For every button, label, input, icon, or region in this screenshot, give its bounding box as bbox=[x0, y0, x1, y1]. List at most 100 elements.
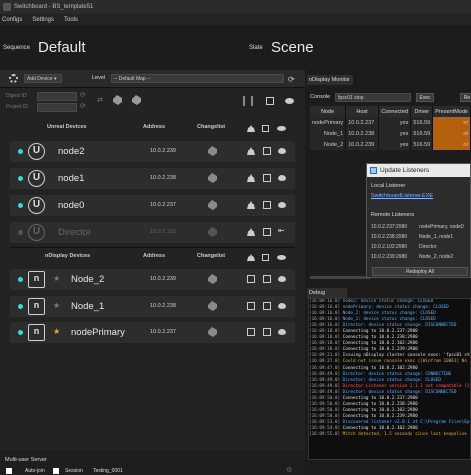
list-item[interactable]: 10.0.2.237:2980 nodePrimary, node0 bbox=[371, 222, 464, 232]
menu-configs[interactable]: Configs bbox=[2, 17, 22, 23]
project-field[interactable] bbox=[37, 103, 77, 112]
connect-icon[interactable] bbox=[278, 276, 286, 282]
list-item[interactable]: 10.0.2.239:2980 Node_2, node2 bbox=[371, 252, 464, 262]
local-listener-link[interactable]: SwitchboardListener.EXE bbox=[371, 193, 433, 199]
connect-ndisplay-icon[interactable] bbox=[277, 255, 286, 260]
menu-tools[interactable]: Tools bbox=[64, 17, 78, 23]
tab-ndisplay-monitor[interactable]: nDisplay Monitor bbox=[307, 75, 353, 85]
redeploy-all-button[interactable]: Redeploy All bbox=[372, 267, 468, 276]
open-icon[interactable] bbox=[247, 275, 255, 283]
console-label: Console bbox=[310, 94, 331, 100]
status-dot bbox=[18, 230, 23, 235]
col-host[interactable]: Host bbox=[345, 106, 379, 117]
log-message: Connecting to 10.0.2.237:2980 bbox=[342, 329, 418, 335]
open-icon[interactable] bbox=[247, 328, 255, 336]
log-message: Connecting to 10.0.2.238:2980 bbox=[342, 401, 418, 407]
open-all-icon[interactable] bbox=[262, 254, 269, 261]
connect-icon[interactable] bbox=[278, 175, 286, 181]
log-timestamp: [16:09:18.0] bbox=[309, 335, 343, 341]
table-row[interactable]: nodePrimary 10.0.2.237 yes 516.59 n/ bbox=[310, 117, 471, 128]
col-presentmode[interactable]: PresentMode bbox=[432, 106, 471, 117]
changelist-icon[interactable] bbox=[208, 146, 217, 156]
menu-settings[interactable]: Settings bbox=[32, 17, 54, 23]
col-node[interactable]: Node bbox=[310, 106, 347, 117]
slate-value[interactable]: Scene bbox=[271, 39, 314, 56]
changelist-icon[interactable] bbox=[208, 274, 217, 284]
list-item[interactable]: 10.0.2.102:2980 Director bbox=[371, 242, 464, 252]
console-input[interactable]: fpsc01 stop bbox=[335, 93, 411, 102]
star-icon[interactable]: ★ bbox=[53, 274, 60, 283]
cell-host: 10.0.2.239 bbox=[345, 139, 379, 150]
remote-nodes: Director bbox=[419, 244, 437, 250]
changelist-icon[interactable] bbox=[208, 200, 217, 210]
refresh-digest-icon[interactable]: ⟳ bbox=[80, 91, 86, 99]
connect-icon[interactable] bbox=[278, 329, 286, 335]
connect-icon[interactable] bbox=[278, 202, 286, 208]
primary-star-icon[interactable]: ★ bbox=[53, 327, 60, 336]
sliders-icon[interactable] bbox=[243, 96, 253, 106]
device-name: node1 bbox=[58, 173, 85, 184]
exec-button[interactable]: Exec bbox=[416, 93, 434, 102]
log-line: [16:09:55.0] Mitch detected, 1.5 seconds… bbox=[309, 432, 470, 438]
monitor-table: Node Host Connected Driver PresentMode n… bbox=[310, 106, 471, 150]
open-icon[interactable] bbox=[263, 174, 271, 182]
changelist-icon[interactable] bbox=[208, 327, 217, 337]
gear-icon[interactable] bbox=[9, 74, 18, 83]
add-device-dropdown[interactable]: Add Device ▾ bbox=[24, 74, 62, 83]
open-all-icon[interactable] bbox=[262, 125, 269, 132]
sequence-value[interactable]: Default bbox=[38, 39, 86, 56]
group-icon[interactable] bbox=[247, 228, 255, 236]
connect-all-icon[interactable] bbox=[285, 98, 294, 104]
session-value[interactable]: Testing_0001 bbox=[93, 468, 123, 474]
unreal-header: Unreal Devices bbox=[47, 124, 87, 130]
open-icon[interactable] bbox=[263, 275, 271, 283]
device-row-node2[interactable]: U node2 10.0.2.239 bbox=[10, 141, 295, 162]
device-name: node0 bbox=[58, 200, 85, 211]
refresh-project-icon[interactable]: ⟳ bbox=[80, 102, 86, 110]
refresh-icon[interactable]: ⟳ bbox=[288, 75, 295, 84]
group-icon[interactable] bbox=[247, 201, 255, 209]
re-button[interactable]: Re bbox=[460, 93, 471, 102]
device-address: 10.0.2.239 bbox=[150, 148, 176, 154]
session-checkbox[interactable] bbox=[53, 468, 59, 474]
remote-addr: 10.0.2.239:2980 bbox=[371, 254, 408, 260]
device-row-node-1[interactable]: n ★ Node_1 10.0.2.238 bbox=[10, 296, 295, 317]
group-icon[interactable] bbox=[247, 174, 255, 182]
changelist-icon[interactable] bbox=[208, 173, 217, 183]
col-driver[interactable]: Driver bbox=[410, 106, 434, 117]
open-icon[interactable] bbox=[263, 147, 271, 155]
open-icon[interactable] bbox=[247, 302, 255, 310]
level-dropdown[interactable]: -- Default Map -- bbox=[111, 74, 284, 83]
connect-icon[interactable] bbox=[278, 303, 286, 309]
remote-addr: 10.0.2.102:2980 bbox=[371, 244, 408, 250]
open-icon[interactable] bbox=[263, 201, 271, 209]
multiuser-settings-icon[interactable]: ⚙ bbox=[286, 466, 292, 474]
device-row-node0[interactable]: U node0 10.0.2.237 bbox=[10, 195, 295, 216]
log-output[interactable]: [16:09:16.0] node2: device status change… bbox=[308, 298, 471, 460]
device-row-nodeprimary[interactable]: n ★ nodePrimary 10.0.2.237 bbox=[10, 322, 295, 343]
open-icon[interactable] bbox=[263, 328, 271, 336]
device-row-director[interactable]: U Director 10.0.2.102 ⇤ bbox=[10, 222, 295, 243]
open-icon[interactable] bbox=[263, 302, 271, 310]
col-connected[interactable]: Connected bbox=[378, 106, 412, 117]
device-address: 10.0.2.237 bbox=[150, 329, 176, 335]
table-row[interactable]: Node_2 10.0.2.239 yes 516.59 n/ bbox=[310, 139, 471, 150]
sync-arrows-icon[interactable]: ⇄ bbox=[97, 96, 103, 104]
star-icon[interactable]: ★ bbox=[53, 301, 60, 310]
digest-field[interactable] bbox=[37, 92, 77, 101]
device-row-node1[interactable]: U node1 10.0.2.238 bbox=[10, 168, 295, 189]
table-row[interactable]: Node_1 10.0.2.238 yes 516.59 n/ bbox=[310, 128, 471, 139]
group-icon[interactable] bbox=[247, 147, 255, 155]
device-box-icon[interactable] bbox=[266, 97, 274, 105]
disconnected-icon[interactable]: ⇤ bbox=[278, 226, 286, 235]
tab-debug[interactable]: Debug bbox=[307, 288, 347, 298]
connect-icon[interactable] bbox=[278, 148, 286, 154]
open-icon[interactable] bbox=[263, 228, 271, 236]
device-row-node-2[interactable]: n ★ Node_2 10.0.2.239 bbox=[10, 269, 295, 290]
connect-unreal-icon[interactable] bbox=[277, 126, 286, 131]
changelist-icon[interactable] bbox=[208, 301, 217, 311]
horizontal-scrollbar[interactable] bbox=[310, 276, 370, 279]
changelist-icon[interactable] bbox=[208, 227, 217, 237]
autojoin-checkbox[interactable] bbox=[6, 468, 12, 474]
list-item[interactable]: 10.0.2.238:2980 Node_1, node1 bbox=[371, 232, 464, 242]
